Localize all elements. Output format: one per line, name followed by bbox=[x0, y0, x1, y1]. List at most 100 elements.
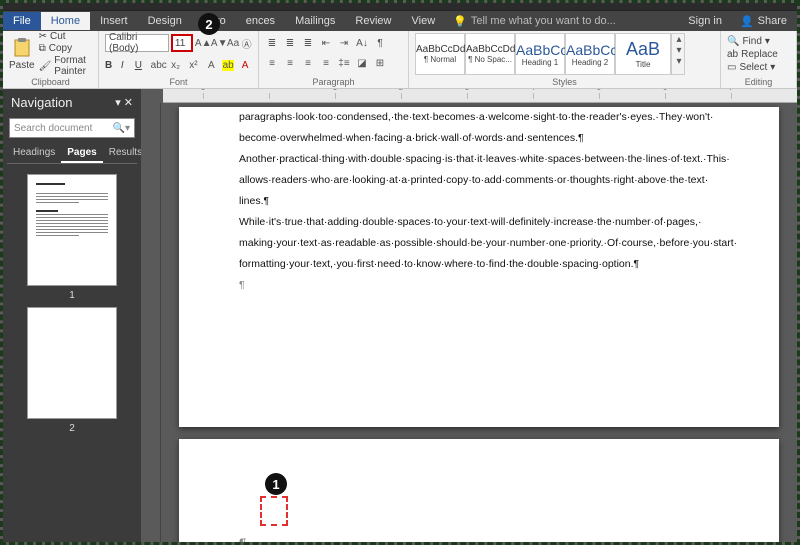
grow-font-button[interactable]: A▲ bbox=[195, 38, 209, 49]
group-label-clipboard: Clipboard bbox=[3, 77, 98, 87]
doc-text-line: making·your·text·as·readable·as·possible… bbox=[239, 233, 719, 254]
group-label-font: Font bbox=[99, 77, 258, 87]
change-case-button[interactable]: Aa bbox=[227, 38, 239, 49]
style-title[interactable]: AaBTitle bbox=[615, 33, 671, 75]
style-heading1[interactable]: AaBbCcHeading 1 bbox=[515, 33, 565, 75]
paste-button[interactable]: Paste bbox=[9, 33, 35, 75]
underline-button[interactable]: U bbox=[135, 60, 147, 71]
font-size-combo[interactable]: 11 bbox=[171, 34, 193, 52]
scissors-icon: ✂ bbox=[39, 31, 47, 42]
tab-insert[interactable]: Insert bbox=[90, 12, 138, 30]
tab-references[interactable]: ences bbox=[236, 12, 285, 30]
styles-more-button[interactable]: ▾ bbox=[672, 56, 686, 67]
group-font: Calibri (Body) 11 A▲ A▼ Aa Ⓐ B I U abc x… bbox=[99, 31, 259, 88]
copy-icon: ⧉ bbox=[39, 43, 46, 54]
paste-icon bbox=[12, 37, 32, 59]
styles-up-button[interactable]: ▴ bbox=[672, 34, 686, 45]
tab-file[interactable]: File bbox=[3, 12, 41, 30]
ribbon-tabs: File Home Insert Design Layo ences Maili… bbox=[3, 11, 797, 31]
select-button[interactable]: ▭Select ▾ bbox=[727, 62, 790, 73]
nav-title: Navigation bbox=[11, 95, 72, 110]
group-styles: AaBbCcDd¶ Normal AaBbCcDd¶ No Spac... Aa… bbox=[409, 31, 721, 88]
inc-indent-button[interactable]: ⇥ bbox=[337, 38, 351, 49]
nav-tab-pages[interactable]: Pages bbox=[61, 144, 102, 163]
numbering-button[interactable]: ≣ bbox=[283, 38, 297, 49]
align-left-button[interactable]: ≡ bbox=[265, 58, 279, 69]
tab-review[interactable]: Review bbox=[345, 12, 401, 30]
format-painter-button[interactable]: 🖌Format Painter bbox=[39, 55, 92, 77]
doc-text-line: lines.¶ bbox=[239, 191, 719, 212]
bold-button[interactable]: B bbox=[105, 60, 117, 71]
show-marks-button[interactable]: ¶ bbox=[373, 38, 387, 49]
annotation-marker-1: 1 bbox=[265, 473, 287, 495]
tab-design[interactable]: Design bbox=[138, 12, 192, 30]
bullets-button[interactable]: ≣ bbox=[265, 38, 279, 49]
subscript-button[interactable]: x₂ bbox=[169, 60, 183, 71]
tab-view[interactable]: View bbox=[402, 12, 446, 30]
sort-button[interactable]: A↓ bbox=[355, 38, 369, 49]
strike-button[interactable]: abc bbox=[151, 60, 165, 71]
doc-text-line: become·overwhelmed·when·facing·a·brick·w… bbox=[239, 128, 719, 149]
horizontal-ruler[interactable]: 1 1 2 3 4 5 6 7 bbox=[163, 89, 797, 103]
styles-down-button[interactable]: ▾ bbox=[672, 45, 686, 56]
shading-button[interactable]: ◪ bbox=[355, 58, 369, 69]
doc-text-line: allows·readers·who·are·looking·at·a·prin… bbox=[239, 170, 719, 191]
tab-home[interactable]: Home bbox=[41, 12, 90, 30]
document-page-1[interactable]: paragraphs·look·too·condensed,·the·text·… bbox=[179, 107, 779, 427]
select-icon: ▭ bbox=[727, 62, 736, 73]
cut-button[interactable]: ✂Cut bbox=[39, 31, 92, 42]
find-button[interactable]: 🔍Find ▾ bbox=[727, 36, 790, 47]
doc-text-line: formatting·your·text,·you·first·need·to·… bbox=[239, 254, 719, 275]
group-paragraph: ≣ ≣ ≣ ⇤ ⇥ A↓ ¶ ≡ ≡ ≡ ≡ ‡≡ ◪ ⊞ Paragraph bbox=[259, 31, 409, 88]
page-thumbnail-2[interactable] bbox=[27, 307, 117, 419]
share-icon: 👤 bbox=[740, 15, 754, 28]
thumb-label-1: 1 bbox=[69, 290, 75, 301]
share-button[interactable]: 👤 Share bbox=[730, 15, 797, 28]
style-heading2[interactable]: AaBbCcEHeading 2 bbox=[565, 33, 615, 75]
annotation-marker-2: 2 bbox=[198, 13, 220, 35]
borders-button[interactable]: ⊞ bbox=[373, 58, 387, 69]
align-center-button[interactable]: ≡ bbox=[283, 58, 297, 69]
doc-text-line: ¶ bbox=[239, 275, 719, 296]
group-clipboard: Paste ✂Cut ⧉Copy 🖌Format Painter Clipboa… bbox=[3, 31, 99, 88]
navigation-pane: Navigation ▾ ✕ Search document 🔍▾ Headin… bbox=[3, 89, 141, 542]
tab-mailings[interactable]: Mailings bbox=[285, 12, 345, 30]
highlight-button[interactable]: ab bbox=[222, 60, 234, 71]
thumb-label-2: 2 bbox=[69, 423, 75, 434]
italic-button[interactable]: I bbox=[121, 60, 131, 71]
doc-text-line: paragraphs·look·too·condensed,·the·text·… bbox=[239, 107, 719, 128]
dec-indent-button[interactable]: ⇤ bbox=[319, 38, 333, 49]
replace-icon: ab bbox=[727, 49, 738, 60]
superscript-button[interactable]: x² bbox=[187, 60, 201, 71]
justify-button[interactable]: ≡ bbox=[319, 58, 333, 69]
line-spacing-button[interactable]: ‡≡ bbox=[337, 58, 351, 69]
text-effects-button[interactable]: A bbox=[204, 60, 218, 71]
copy-button[interactable]: ⧉Copy bbox=[39, 43, 92, 54]
nav-close-button[interactable]: ▾ ✕ bbox=[115, 96, 133, 109]
lightbulb-icon: 💡 bbox=[453, 15, 467, 28]
font-name-combo[interactable]: Calibri (Body) bbox=[105, 34, 169, 52]
tell-me-search[interactable]: 💡 Tell me what you want to do... bbox=[453, 15, 616, 28]
clear-format-button[interactable]: Ⓐ bbox=[241, 36, 252, 51]
page-thumbnail-1[interactable] bbox=[27, 174, 117, 286]
style-no-spacing[interactable]: AaBbCcDd¶ No Spac... bbox=[465, 33, 515, 75]
shrink-font-button[interactable]: A▼ bbox=[211, 38, 225, 49]
align-right-button[interactable]: ≡ bbox=[301, 58, 315, 69]
font-color-button[interactable]: A bbox=[238, 60, 252, 71]
highlight-box-1 bbox=[260, 496, 288, 526]
doc-text-line: Another·practical·thing·with·double·spac… bbox=[239, 149, 719, 170]
style-normal[interactable]: AaBbCcDd¶ Normal bbox=[415, 33, 465, 75]
sign-in-link[interactable]: Sign in bbox=[680, 15, 730, 27]
find-icon: 🔍 bbox=[727, 36, 739, 47]
nav-tab-headings[interactable]: Headings bbox=[7, 144, 61, 163]
vertical-ruler[interactable] bbox=[141, 103, 161, 542]
brush-icon: 🖌 bbox=[39, 61, 52, 72]
group-editing: 🔍Find ▾ abReplace ▭Select ▾ Editing bbox=[721, 31, 797, 88]
cursor-paragraph: ¶ bbox=[239, 529, 719, 542]
multilevel-button[interactable]: ≣ bbox=[301, 38, 315, 49]
nav-search-input[interactable]: Search document 🔍▾ bbox=[9, 118, 135, 138]
replace-button[interactable]: abReplace bbox=[727, 49, 790, 60]
styles-gallery[interactable]: AaBbCcDd¶ Normal AaBbCcDd¶ No Spac... Aa… bbox=[415, 33, 714, 75]
group-label-styles: Styles bbox=[409, 77, 720, 87]
document-area: 1 1 2 3 4 5 6 7 paragraphs·look·too·cond… bbox=[141, 89, 797, 542]
